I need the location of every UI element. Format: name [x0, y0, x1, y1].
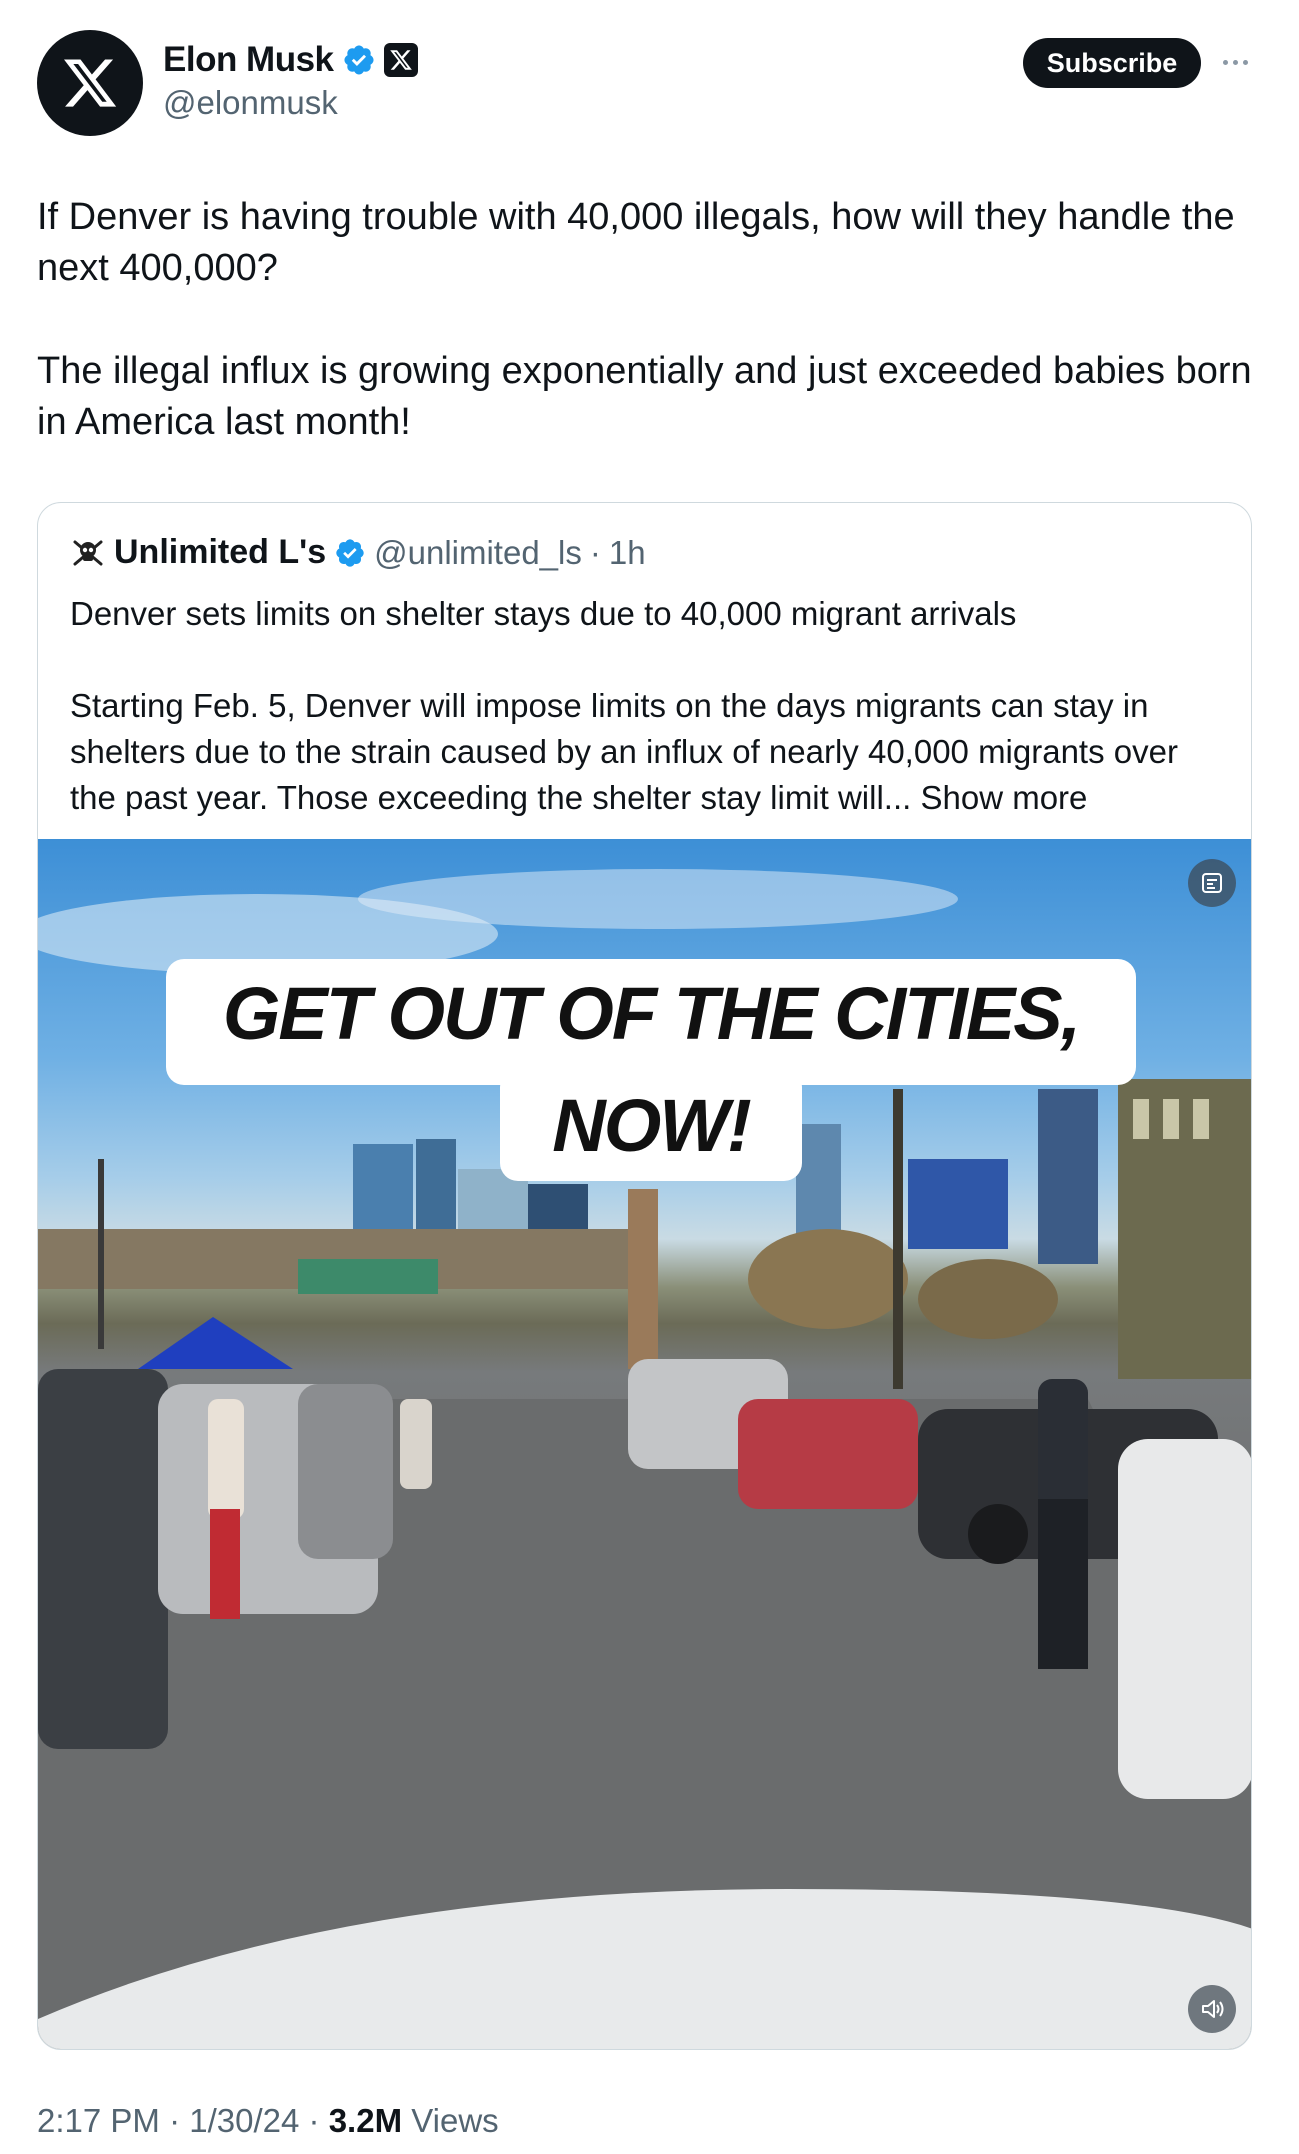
video-caption-line1: GET OUT OF THE CITIES, — [222, 972, 1081, 1055]
quoted-author-name[interactable]: Unlimited L's — [114, 533, 326, 572]
quoted-timestamp[interactable]: 1h — [609, 534, 646, 572]
tweet-paragraph: The illegal influx is growing exponentia… — [37, 350, 1252, 443]
pirate-skull-icon — [73, 540, 103, 565]
views-label: Views — [411, 2102, 499, 2139]
volume-icon[interactable] — [1188, 1985, 1236, 2033]
quoted-author-handle[interactable]: @unlimited_ls — [374, 534, 582, 572]
ai-label-icon[interactable] — [1188, 859, 1236, 907]
more-dots-icon[interactable] — [1215, 47, 1255, 77]
author-name[interactable]: Elon Musk — [163, 40, 334, 80]
tweet-meta: 2:17 PM · 1/30/24 · 3.2M Views — [37, 2102, 499, 2140]
verified-icon — [344, 45, 374, 75]
tweet-text: If Denver is having trouble with 40,000 … — [37, 192, 1257, 448]
show-more-link[interactable]: Show more — [920, 779, 1087, 816]
quoted-headline: Denver sets limits on shelter stays due … — [70, 595, 1017, 632]
separator-dot: · — [308, 2102, 320, 2139]
quoted-body: Starting Feb. 5, Denver will impose limi… — [70, 683, 1230, 821]
quoted-author-avatar[interactable] — [70, 534, 106, 571]
x-affiliate-icon — [383, 43, 418, 77]
separator-dot: · — [169, 2102, 181, 2139]
tweet-time[interactable]: 2:17 PM — [37, 2102, 160, 2139]
quoted-tweet-header: Unlimited L's @unlimited_ls · 1h — [70, 533, 646, 572]
video-caption-line2: NOW! — [552, 1084, 752, 1167]
author-handle[interactable]: @elonmusk — [163, 84, 338, 122]
separator-dot: · — [589, 533, 601, 571]
verified-icon — [336, 538, 364, 567]
subscribe-button[interactable]: Subscribe — [1023, 38, 1201, 88]
author-name-row: Elon Musk — [163, 40, 418, 80]
x-logo-icon — [64, 59, 117, 107]
tweet-page: Elon Musk @elonmusk Subscribe If Denver … — [0, 0, 1299, 2154]
quoted-tweet-card[interactable]: Unlimited L's @unlimited_ls · 1h Denver se… — [37, 502, 1252, 2050]
quoted-tweet-text: Denver sets limits on shelter stays due … — [70, 591, 1230, 821]
views-count: 3.2M — [328, 2102, 403, 2139]
video-player[interactable]: GET OUT OF THE CITIES, NOW! — [38, 839, 1251, 2049]
tweet-date[interactable]: 1/30/24 — [189, 2102, 299, 2139]
tweet-paragraph: If Denver is having trouble with 40,000 … — [37, 196, 1235, 289]
author-avatar[interactable] — [37, 30, 143, 136]
